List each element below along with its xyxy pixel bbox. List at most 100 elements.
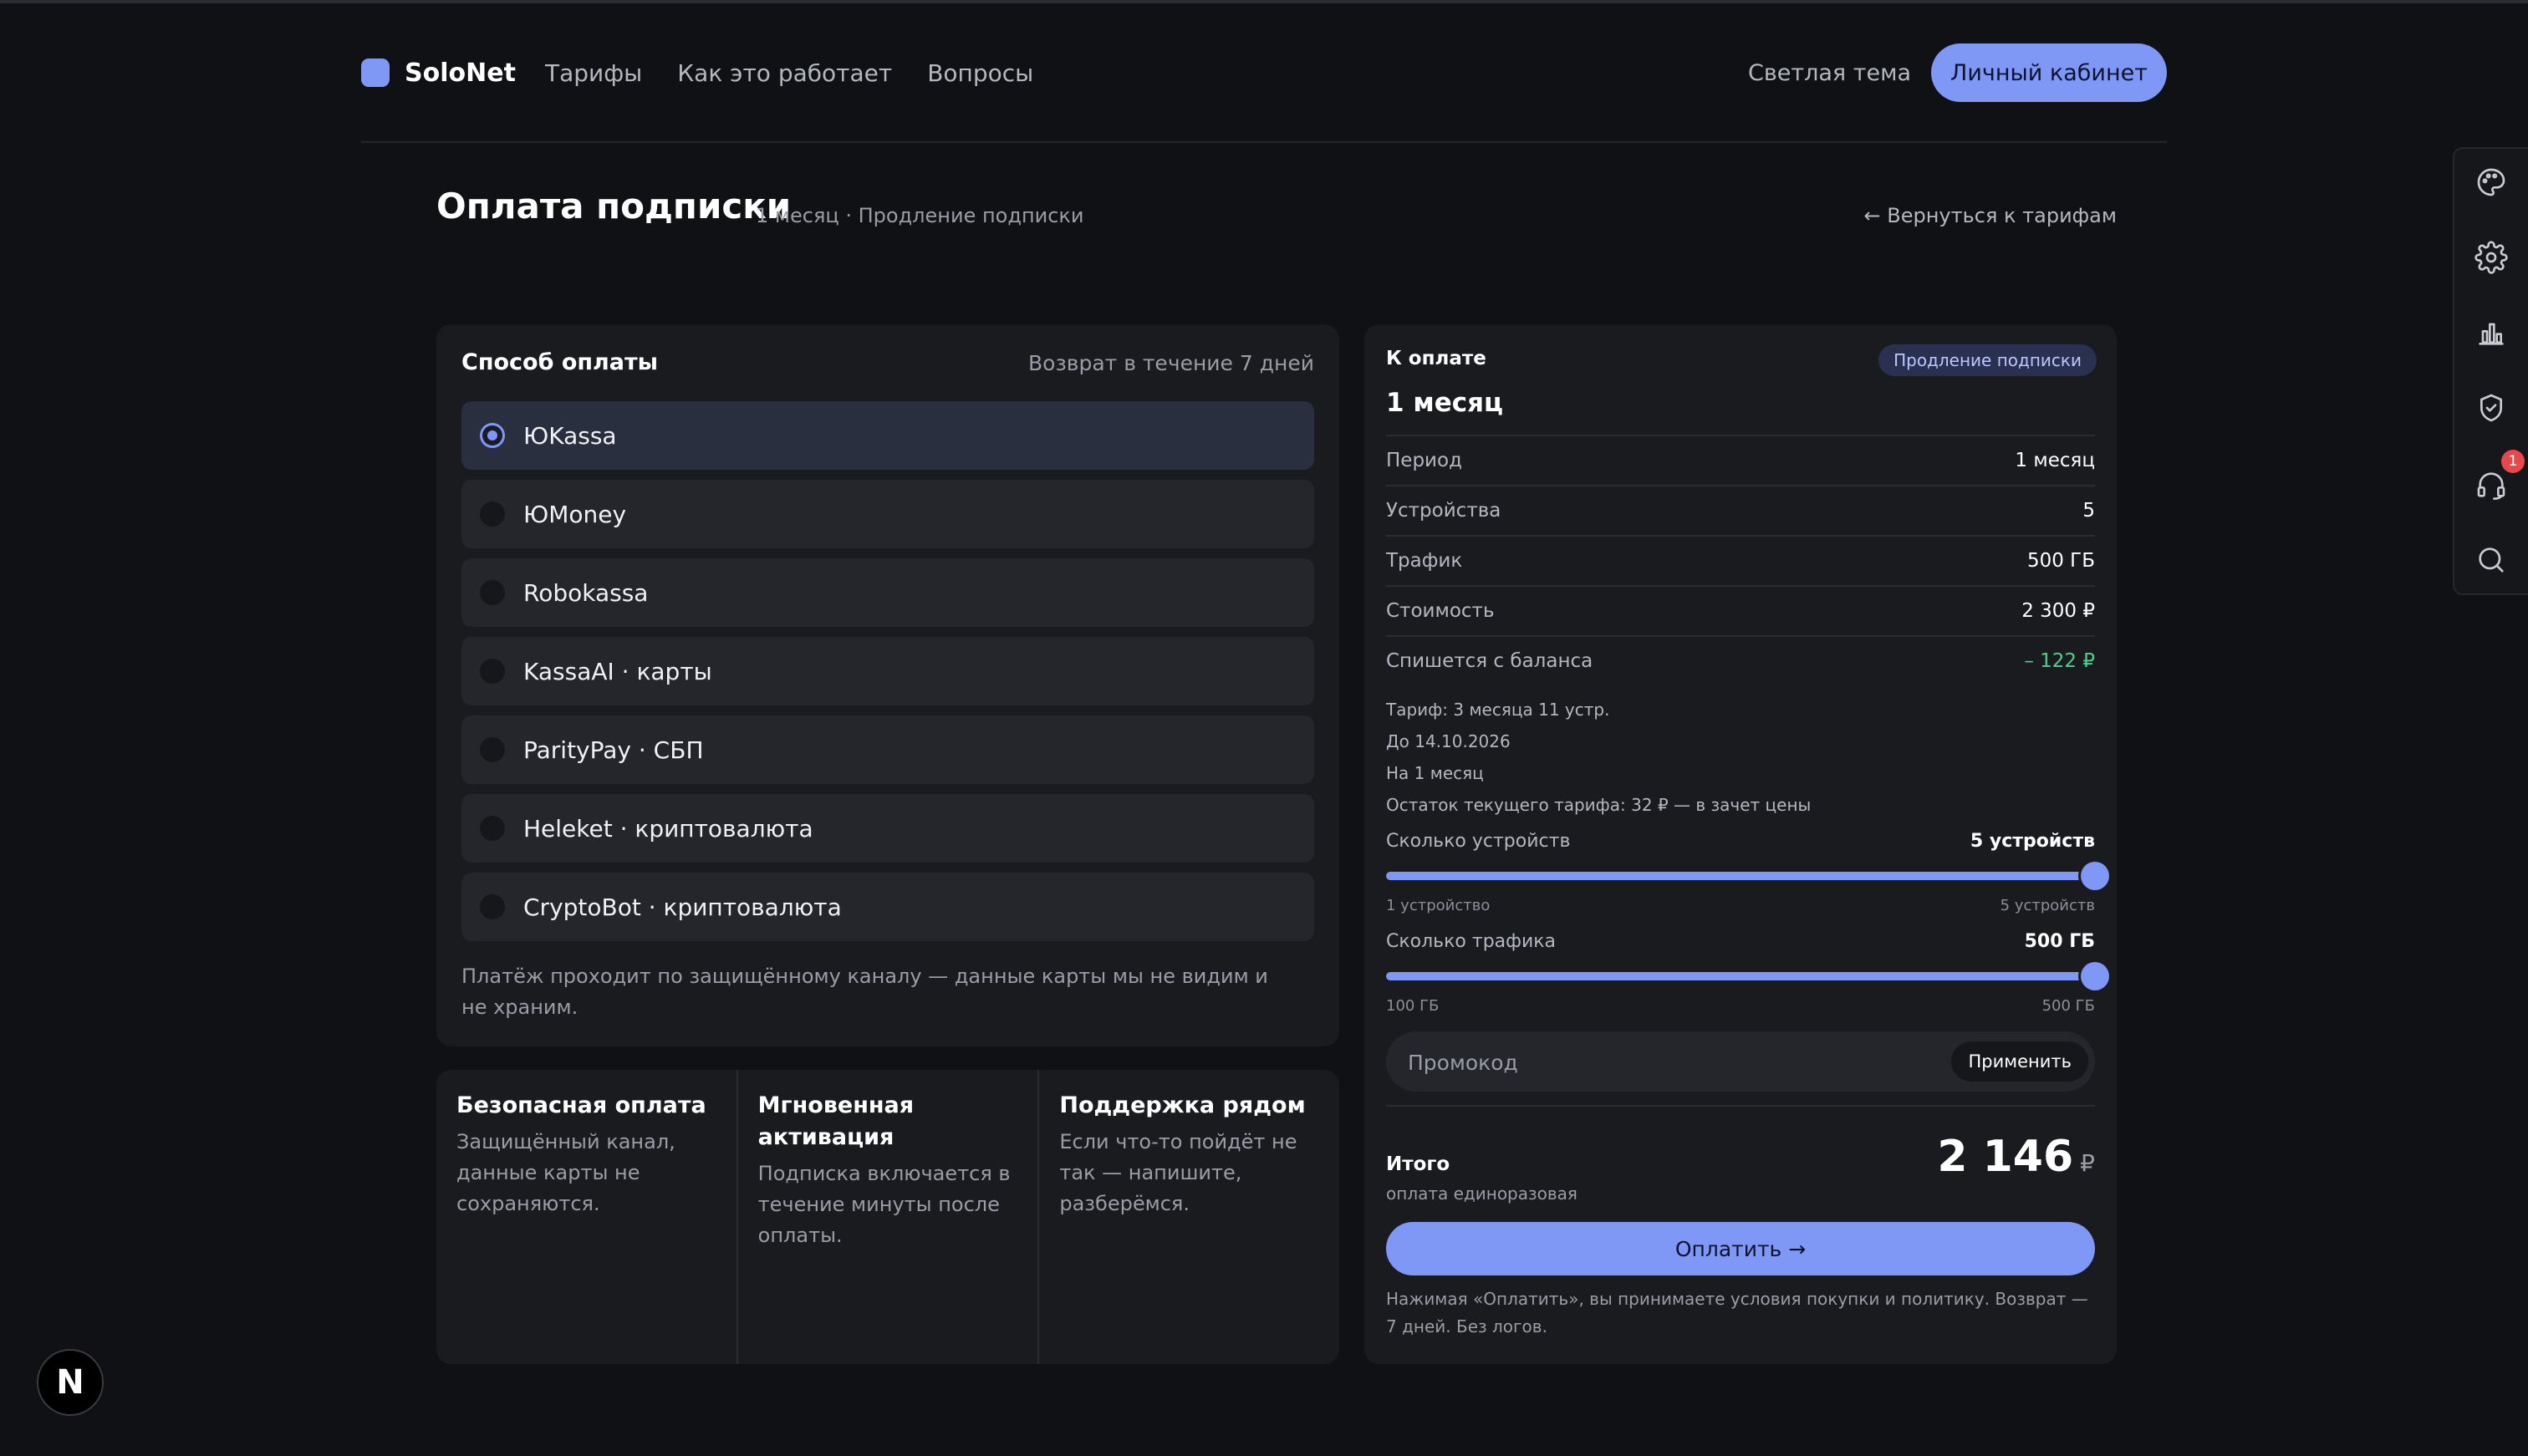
summary-plan: 1 месяц — [1386, 388, 1503, 418]
method-paritypay[interactable]: ParityPay · СБП — [461, 715, 1314, 784]
tool-rail: 1 — [2453, 147, 2528, 595]
method-label: ЮMoney — [523, 500, 627, 528]
method-label: ЮKassa — [523, 421, 617, 450]
page-title: Оплата подписки — [436, 186, 792, 227]
feature-instant-activation: Мгновенная активация Подписка включается… — [738, 1070, 1040, 1364]
row-value: 1 месяц — [2015, 450, 2095, 471]
traffic-slider-track[interactable] — [1386, 962, 2109, 990]
radio-icon[interactable] — [480, 816, 505, 841]
header-divider — [361, 141, 2167, 143]
devices-slider-block: Сколько устройств 5 устройств 1 устройст… — [1386, 831, 2109, 914]
row-value-credit: – 122 ₽ — [2024, 650, 2095, 672]
radio-icon[interactable] — [480, 501, 505, 527]
summary-row-devices: Устройства 5 — [1386, 485, 2095, 535]
next-dev-badge[interactable]: N — [37, 1349, 104, 1416]
legal-note: Нажимая «Оплатить», вы принимаете услови… — [1386, 1289, 2088, 1336]
support-notification-badge: 1 — [2501, 450, 2525, 473]
payment-security-note: Платёж проходит по защищённому каналу — … — [461, 965, 1268, 1019]
summary-label: К оплате — [1386, 348, 1486, 369]
nav-link-faq[interactable]: Вопросы — [927, 59, 1033, 87]
nav-link-tariffs[interactable]: Тарифы — [545, 59, 642, 87]
logo-mark-icon — [361, 59, 390, 87]
row-key: Устройства — [1386, 500, 1501, 522]
devices-slider-thumb[interactable] — [2081, 862, 2109, 890]
order-summary-card: К оплате Продление подписки 1 месяц Пери… — [1364, 324, 2117, 1364]
detail-line: До 14.10.2026 — [1386, 731, 1511, 751]
slider-value: 500 ГБ — [2024, 931, 2095, 952]
theme-toggle[interactable]: Светлая тема — [1748, 43, 1911, 102]
slider-label: Сколько трафика — [1386, 931, 1557, 952]
apply-promo-button[interactable]: Применить — [1951, 1041, 2088, 1082]
nav-link-how-it-works[interactable]: Как это работает — [677, 59, 892, 87]
devices-slider-track[interactable] — [1386, 862, 2109, 890]
row-value: 5 — [2082, 500, 2095, 522]
total-value: 2 146 — [1937, 1132, 2074, 1182]
total-subtitle: оплата единоразовая — [1386, 1184, 1577, 1204]
radio-icon[interactable] — [480, 580, 505, 605]
row-key: Стоимость — [1386, 600, 1495, 622]
payment-method-list: ЮKassa ЮMoney Robokassa KassaAI · карты … — [461, 401, 1314, 951]
feature-title: Безопасная оплата — [456, 1092, 706, 1118]
detail-line: На 1 месяц — [1386, 763, 1484, 783]
feature-text: Подписка включается в течение минуты пос… — [757, 1162, 1011, 1247]
feature-title: Поддержка рядом — [1059, 1092, 1306, 1118]
detail-line: Остаток текущего тарифа: 32 ₽ — в зачет … — [1386, 795, 1812, 815]
promo-field: Применить — [1386, 1031, 2095, 1093]
slider-max-label: 5 устройств — [2000, 897, 2095, 914]
currency-symbol: ₽ — [2080, 1149, 2095, 1177]
search-icon[interactable] — [2474, 543, 2508, 577]
method-yoomoney[interactable]: ЮMoney — [461, 480, 1314, 548]
method-label: Heleket · криптовалюта — [523, 814, 813, 843]
traffic-slider-block: Сколько трафика 500 ГБ 100 ГБ 500 ГБ — [1386, 931, 2109, 1015]
site-header: SoloNet Тарифы Как это работает Вопросы … — [361, 43, 2167, 102]
summary-divider — [1386, 1105, 2095, 1107]
radio-icon[interactable] — [480, 737, 505, 762]
summary-row-traffic: Трафик 500 ГБ — [1386, 535, 2095, 585]
row-key: Спишется с баланса — [1386, 650, 1593, 672]
feature-text: Защищённый канал, данные карты не сохран… — [456, 1130, 675, 1215]
payment-method-title: Способ оплаты — [461, 349, 659, 375]
promo-input[interactable] — [1406, 1031, 1911, 1093]
chart-icon[interactable] — [2474, 316, 2508, 349]
slider-min-label: 1 устройство — [1386, 897, 1491, 914]
slider-label: Сколько устройств — [1386, 831, 1571, 852]
features-card: Безопасная оплата Защищённый канал, данн… — [436, 1070, 1339, 1364]
row-key: Трафик — [1386, 550, 1463, 572]
cabinet-button[interactable]: Личный кабинет — [1931, 43, 2167, 102]
detail-line: Тариф: 3 месяца 11 устр. — [1386, 700, 1610, 720]
pay-button[interactable]: Оплатить → — [1386, 1222, 2095, 1275]
slider-value: 5 устройств — [1970, 831, 2095, 852]
traffic-slider-thumb[interactable] — [2081, 962, 2109, 990]
slider-min-label: 100 ГБ — [1386, 997, 1440, 1015]
renewal-badge: Продление подписки — [1878, 344, 2097, 376]
method-heleket[interactable]: Heleket · криптовалюта — [461, 794, 1314, 863]
palette-icon[interactable] — [2474, 165, 2508, 199]
brand-logo[interactable]: SoloNet — [361, 43, 516, 102]
summary-rows: Период 1 месяц Устройства 5 Трафик 500 Г… — [1386, 435, 2095, 685]
method-label: ParityPay · СБП — [523, 736, 704, 764]
gear-icon[interactable] — [2474, 241, 2508, 274]
refund-note: Возврат в течение 7 дней — [1028, 351, 1314, 375]
row-key: Период — [1386, 450, 1462, 471]
row-value: 2 300 ₽ — [2021, 600, 2095, 622]
radio-selected-icon[interactable] — [480, 423, 505, 448]
method-label: Robokassa — [523, 578, 649, 607]
headset-icon[interactable] — [2474, 468, 2508, 501]
method-kassaai[interactable]: KassaAI · карты — [461, 637, 1314, 705]
back-to-tariffs-link[interactable]: ← Вернуться к тарифам — [1864, 204, 2117, 227]
radio-icon[interactable] — [480, 894, 505, 919]
row-value: 500 ГБ — [2026, 550, 2095, 572]
top-border — [0, 0, 2528, 3]
radio-icon[interactable] — [480, 659, 505, 684]
summary-row-period: Период 1 месяц — [1386, 435, 2095, 485]
method-robokassa[interactable]: Robokassa — [461, 558, 1314, 627]
feature-support: Поддержка рядом Если что-то пойдёт не та… — [1039, 1070, 1339, 1364]
method-cryptobot[interactable]: CryptoBot · криптовалюта — [461, 873, 1314, 941]
payment-method-card: Способ оплаты Возврат в течение 7 дней Ю… — [436, 324, 1339, 1046]
method-yookassa[interactable]: ЮKassa — [461, 401, 1314, 470]
tariff-details: Тариф: 3 месяца 11 устр. До 14.10.2026 Н… — [1386, 694, 2095, 821]
main-nav: Тарифы Как это работает Вопросы — [545, 43, 1033, 102]
shield-icon[interactable] — [2474, 391, 2508, 425]
method-label: CryptoBot · криптовалюта — [523, 893, 842, 921]
summary-row-cost: Стоимость 2 300 ₽ — [1386, 585, 2095, 635]
